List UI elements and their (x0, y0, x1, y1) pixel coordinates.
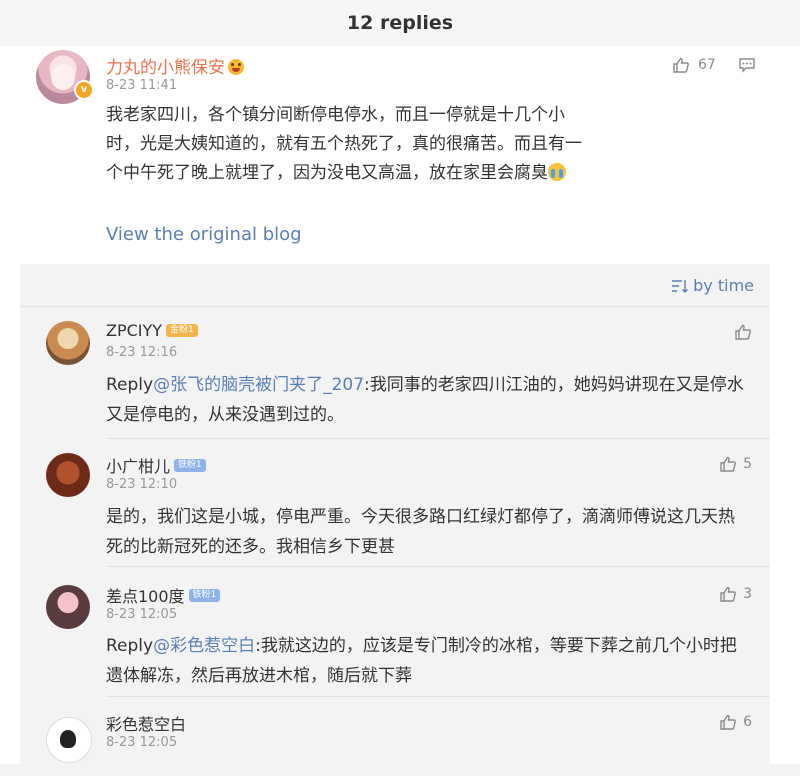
username-text: 差点100度 (106, 587, 185, 606)
main-comment-text: 我老家四川，各个镇分间断停电停水，而且一停就是十几个小时，光是大姨知道的，就有五… (106, 101, 596, 188)
reply-username[interactable]: 小广柑儿 铁粉1 (106, 453, 206, 477)
reply-panel: by time ZPCIYY 金粉1 8-23 12:16 Reply@张飞的脑… (20, 264, 770, 764)
mention-link[interactable]: @张飞的脑壳被门夹了_207 (153, 375, 364, 395)
reply-item: 彩色惹空白 8-23 12:05 6 (20, 697, 770, 764)
username-text: 小广柑儿 (106, 457, 171, 476)
reply-like-button[interactable] (734, 323, 752, 341)
reply-time: 8-23 12:05 (106, 735, 178, 750)
reply-like-button[interactable]: 5 (719, 455, 752, 473)
view-original-blog-link[interactable]: View the original blog (106, 224, 302, 245)
replies-count-title: 12 replies (346, 12, 454, 34)
main-comment-time: 8-23 11:41 (106, 78, 178, 93)
reply-username[interactable]: 彩色惹空白 (106, 711, 186, 735)
reply-like-button[interactable]: 3 (719, 585, 752, 603)
fan-badge: 铁粉1 (188, 588, 221, 602)
reply-text: 是的，我们这是小城，停电严重。今天很多路口红绿灯都停了，滴滴师傅说这几天热死的比… (106, 507, 735, 557)
main-comment-like-count: 67 (698, 57, 716, 73)
main-comment-like-button[interactable]: 67 (672, 56, 716, 74)
main-comment-body: 我老家四川，各个镇分间断停电停水，而且一停就是十几个小时，光是大姨知道的，就有五… (106, 105, 582, 183)
reply-like-button[interactable]: 6 (719, 713, 752, 731)
reply-username[interactable]: ZPCIYY 金粉1 (106, 321, 198, 340)
reply-time: 8-23 12:05 (106, 607, 178, 622)
thumbs-up-icon (720, 586, 737, 602)
reply-text: Reply@张飞的脑壳被门夹了_207:我同事的老家四川江油的，她妈妈讲现在又是… (106, 370, 746, 430)
emoji-icon (228, 59, 244, 75)
sort-bar: by time (20, 264, 770, 306)
reply-text: Reply@彩色惹空白:我就这边的，应该是专门制冷的冰棺，等要下葬之前几个小时把… (106, 631, 746, 691)
comment-icon[interactable] (738, 56, 756, 78)
mention-link[interactable]: @彩色惹空白 (153, 636, 255, 656)
username-text: 彩色惹空白 (106, 715, 187, 734)
reply-item: ZPCIYY 金粉1 8-23 12:16 Reply@张飞的脑壳被门夹了_20… (20, 307, 770, 439)
thumbs-up-icon (720, 456, 737, 472)
reply-avatar[interactable] (46, 585, 90, 629)
reply-like-count: 5 (743, 456, 752, 472)
thumbs-up-icon (735, 324, 751, 340)
crying-emoji-icon (548, 163, 566, 181)
thumbs-up-icon (673, 57, 689, 73)
reply-prefix: Reply (106, 636, 154, 656)
reply-avatar[interactable] (46, 321, 90, 365)
reply-item: 小广柑儿 铁粉1 8-23 12:10 5 是的，我们这是小城，停电严重。今天很… (20, 439, 770, 567)
reply-like-count: 6 (743, 714, 752, 730)
reply-prefix: Reply (106, 375, 154, 395)
reply-time: 8-23 12:16 (106, 345, 178, 360)
reply-item: 差点100度 铁粉1 8-23 12:05 3 Reply@彩色惹空白:我就这边… (20, 567, 770, 697)
fan-badge: 铁粉1 (174, 458, 206, 472)
thumbs-up-icon (720, 714, 737, 730)
verified-badge-icon: v (74, 80, 94, 100)
reply-time: 8-23 12:10 (106, 477, 178, 492)
username-text: 力丸的小熊保安 (106, 58, 225, 78)
sort-label: by time (693, 276, 754, 295)
main-comment: v 力丸的小熊保安 8-23 11:41 67 我老家四川，各个镇分间断停电停水… (0, 46, 800, 264)
main-comment-username[interactable]: 力丸的小熊保安 (106, 53, 244, 78)
reply-like-count: 3 (743, 586, 752, 602)
fan-badge: 金粉1 (166, 324, 198, 337)
sort-by-time-button[interactable]: by time (671, 276, 754, 295)
reply-avatar[interactable] (46, 453, 90, 497)
replies-header: 12 replies (0, 0, 800, 47)
bottom-strip (0, 764, 800, 776)
reply-username[interactable]: 差点100度 铁粉1 (106, 583, 221, 607)
username-text: ZPCIYY (106, 321, 163, 340)
reply-avatar[interactable] (46, 717, 92, 763)
sort-icon (672, 279, 689, 293)
